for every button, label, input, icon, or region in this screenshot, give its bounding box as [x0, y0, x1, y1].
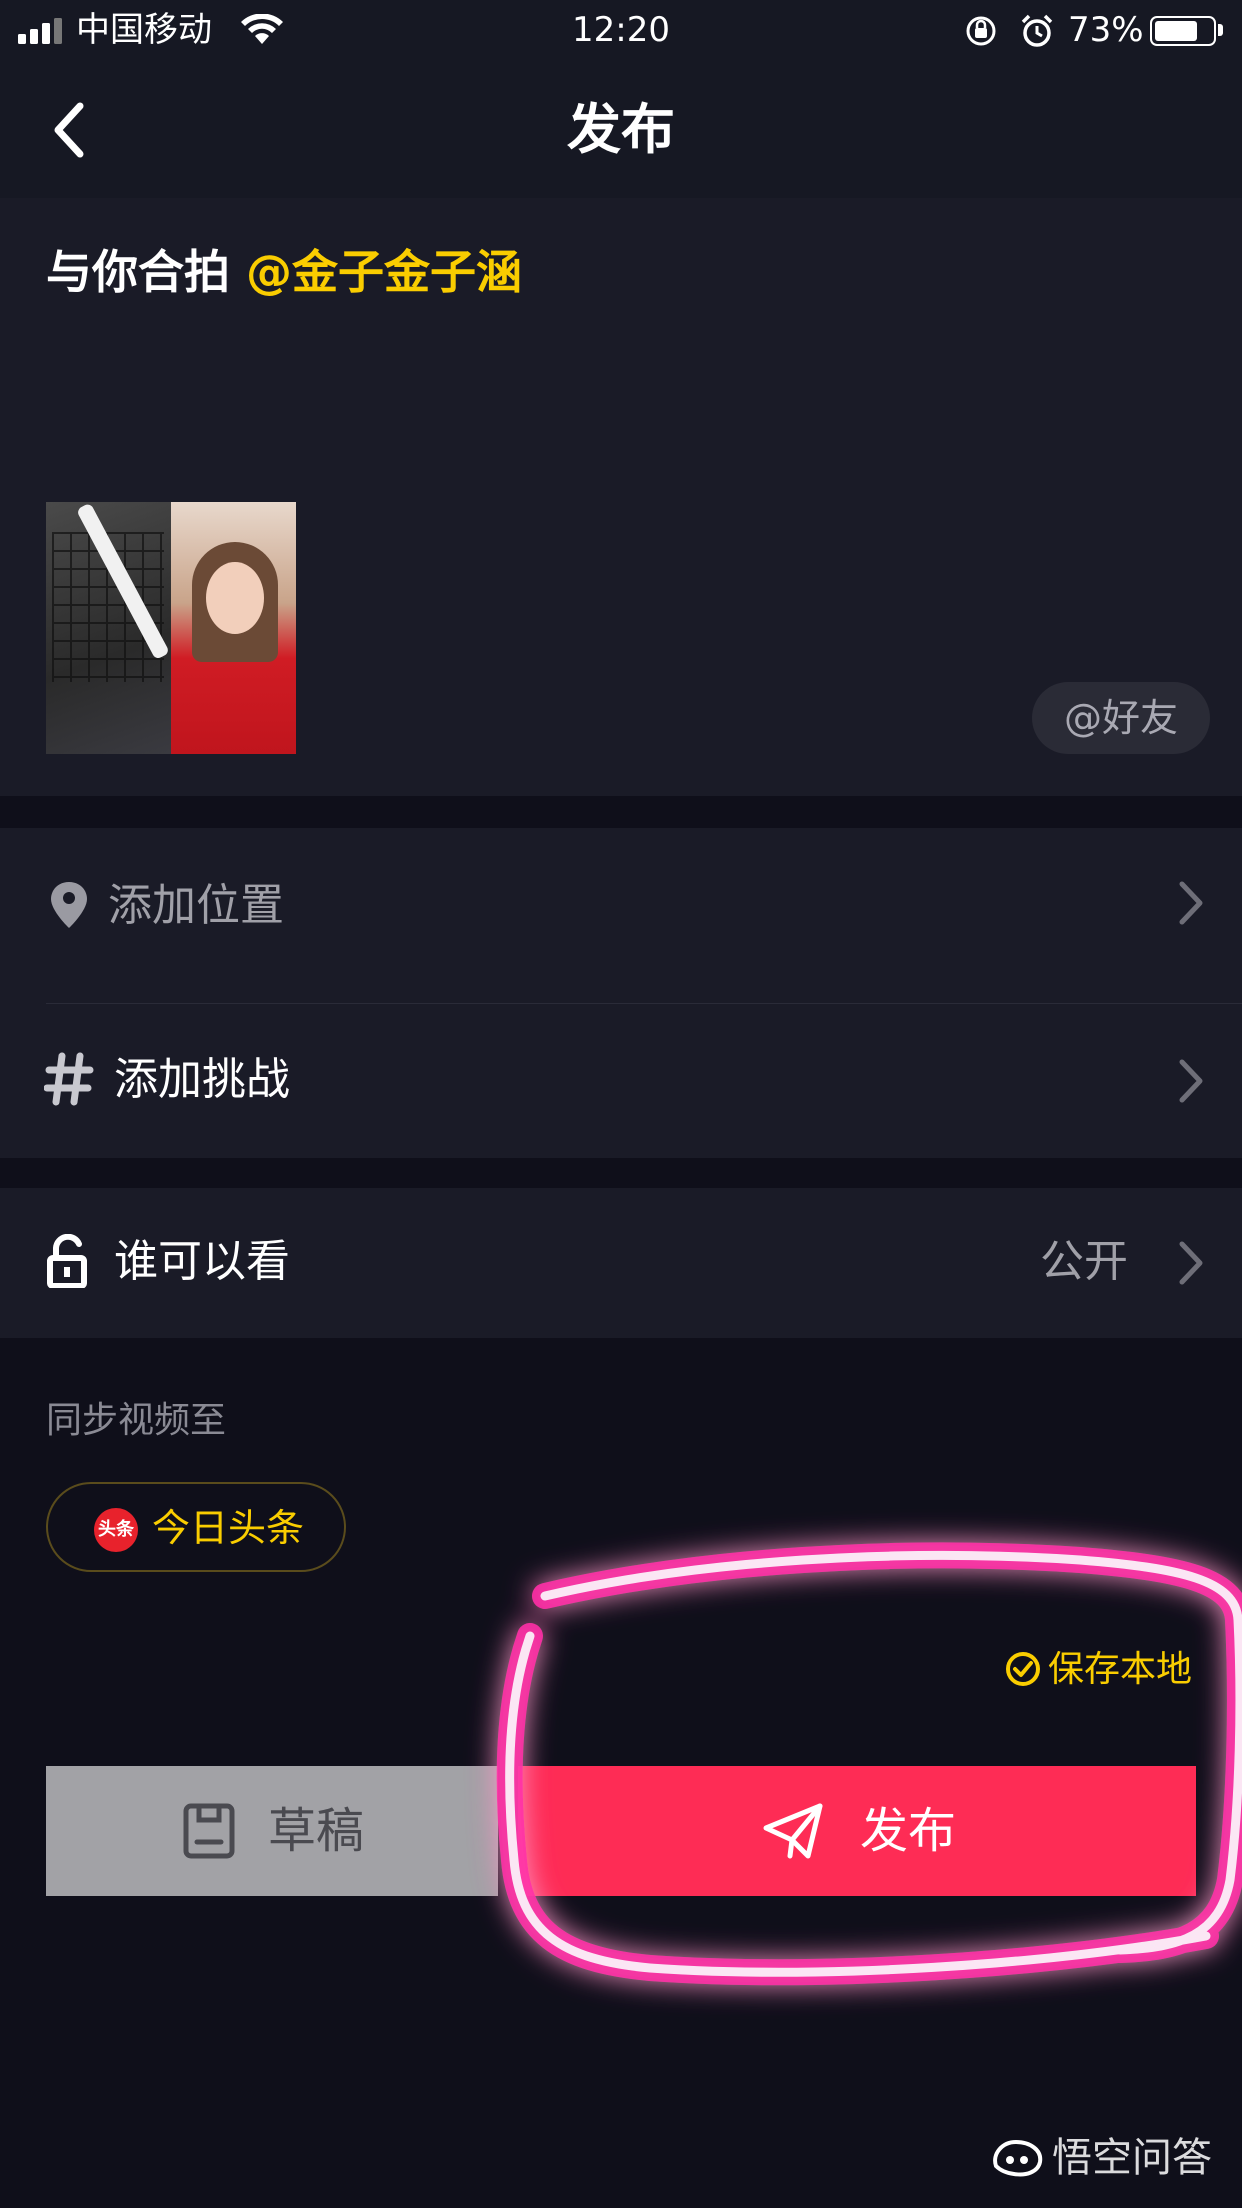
- unlock-icon: [47, 1234, 87, 1288]
- publish-button[interactable]: 发布: [518, 1766, 1196, 1896]
- add-location-label: 添加位置: [108, 880, 284, 931]
- sync-label: 同步视频至: [46, 1400, 227, 1441]
- toutiao-label: 今日头条: [152, 1506, 305, 1550]
- save-local-label[interactable]: 保存本地: [1048, 1644, 1192, 1696]
- sync-toutiao-button[interactable]: 头条 今日头条: [46, 1482, 346, 1572]
- thumbnail-face: [206, 562, 264, 634]
- chevron-right-icon: [1179, 881, 1203, 925]
- rotation-lock-icon: [966, 16, 996, 46]
- status-time: 12:20: [572, 10, 670, 50]
- watermark-text: 悟空问答: [1052, 2135, 1212, 2181]
- chevron-right-icon: [1179, 1241, 1203, 1285]
- draft-label: 草稿: [268, 1803, 365, 1859]
- send-icon: [763, 1803, 823, 1859]
- hashtag-icon: [44, 1052, 94, 1106]
- chevron-right-icon: [1179, 1059, 1203, 1103]
- caption-mention[interactable]: @金子金子涵: [246, 245, 522, 299]
- draft-button[interactable]: 草稿: [46, 1766, 498, 1896]
- caption-prefix: 与你合拍: [46, 245, 247, 299]
- draft-icon: [183, 1803, 235, 1859]
- mention-friend-button[interactable]: @好友: [1032, 682, 1210, 754]
- page-title: 发布: [567, 98, 675, 161]
- toutiao-logo: 头条: [94, 1508, 138, 1552]
- battery-tip: [1218, 24, 1223, 36]
- visibility-label: 谁可以看: [114, 1236, 290, 1287]
- alarm-icon: [1021, 14, 1053, 47]
- caption-text[interactable]: 与你合拍 @金子金子涵: [46, 236, 522, 308]
- battery-icon: [1150, 16, 1216, 46]
- battery-percent: 73%: [1068, 10, 1144, 50]
- visibility-value: 公开: [1040, 1236, 1128, 1287]
- wukong-logo-icon: [993, 2139, 1043, 2177]
- publish-label: 发布: [860, 1803, 957, 1859]
- add-challenge-label: 添加挑战: [114, 1054, 290, 1105]
- battery-level: [1155, 21, 1197, 41]
- check-circle-icon[interactable]: [1004, 1650, 1042, 1688]
- location-pin-icon: [51, 882, 87, 928]
- video-thumbnail[interactable]: [46, 502, 296, 754]
